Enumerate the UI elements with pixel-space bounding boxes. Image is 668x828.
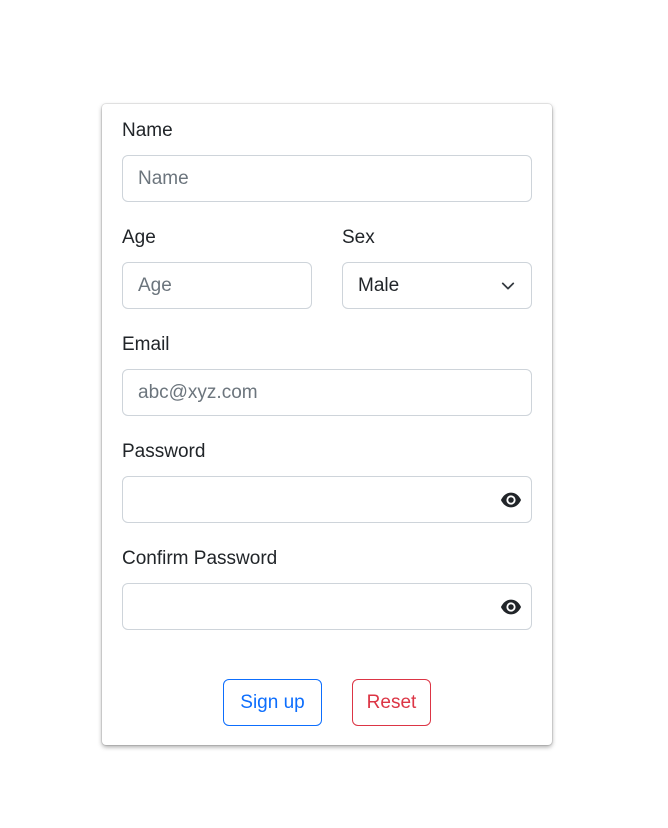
- sign-up-button[interactable]: Sign up: [223, 679, 322, 726]
- eye-icon[interactable]: [500, 596, 522, 618]
- age-input[interactable]: Age: [122, 262, 312, 309]
- sex-select[interactable]: Male: [342, 262, 532, 309]
- name-placeholder: Name: [138, 167, 189, 189]
- sex-selected-value: Male: [358, 274, 400, 296]
- email-label: Email: [122, 334, 170, 355]
- chevron-down-icon: [501, 282, 515, 290]
- email-placeholder: abc@xyz.com: [138, 381, 258, 403]
- confirm-password-input[interactable]: [122, 583, 532, 630]
- signup-form-card: Name Name Age Age Sex Male Email abc@xyz…: [102, 104, 552, 745]
- age-label: Age: [122, 227, 156, 248]
- confirm-password-label: Confirm Password: [122, 548, 278, 569]
- name-label: Name: [122, 120, 173, 141]
- eye-icon[interactable]: [500, 489, 522, 511]
- password-input[interactable]: [122, 476, 532, 523]
- email-input[interactable]: abc@xyz.com: [122, 369, 532, 416]
- password-label: Password: [122, 441, 206, 462]
- name-input[interactable]: Name: [122, 155, 532, 202]
- age-placeholder: Age: [138, 274, 172, 296]
- reset-button[interactable]: Reset: [352, 679, 431, 726]
- sex-label: Sex: [342, 227, 375, 248]
